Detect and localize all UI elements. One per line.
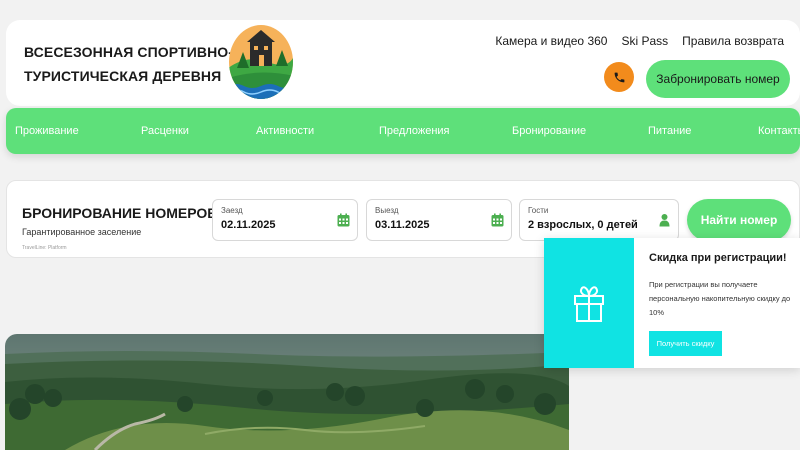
guests-field[interactable]: Гости 2 взрослых, 0 детей <box>519 199 679 241</box>
booking-subtitle: Гарантированное заселение <box>22 227 142 237</box>
brand-name: ВСЕСЕЗОННАЯ СПОРТИВНО- ТУРИСТИЧЕСКАЯ ДЕР… <box>24 44 234 84</box>
booking-title: БРОНИРОВАНИЕ НОМЕРОВ <box>22 205 218 221</box>
get-discount-button[interactable]: Получить скидку <box>649 331 722 356</box>
nav-item-food[interactable]: Питание <box>648 125 691 137</box>
phone-icon <box>614 72 624 82</box>
nav-item-prices[interactable]: Расценки <box>141 125 189 137</box>
checkout-field[interactable]: Выезд 03.11.2025 <box>366 199 512 241</box>
hero-landscape-image <box>5 334 569 450</box>
link-ski-pass[interactable]: Ski Pass <box>617 34 672 48</box>
guests-label: Гости <box>528 206 549 215</box>
nav-item-activities[interactable]: Активности <box>256 125 314 137</box>
main-nav: Проживание Расценки Активности Предложен… <box>6 108 800 154</box>
link-refund-rules[interactable]: Правила возврата <box>678 34 788 48</box>
checkout-label: Выезд <box>375 206 399 215</box>
promo-title: Скидка при регистрации! <box>649 252 787 264</box>
nav-item-booking[interactable]: Бронирование <box>512 125 586 137</box>
link-camera-360[interactable]: Камера и видео 360 <box>491 34 611 48</box>
phone-button[interactable] <box>604 62 634 92</box>
booking-provider: TravelLine: Platform <box>22 245 67 251</box>
promo-icon-panel <box>544 238 634 368</box>
guests-value: 2 взрослых, 0 детей <box>528 219 638 231</box>
checkin-label: Заезд <box>221 206 243 215</box>
person-icon <box>659 214 670 227</box>
village-logo[interactable] <box>228 24 294 100</box>
find-room-button[interactable]: Найти номер <box>687 199 791 241</box>
checkin-field[interactable]: Заезд 02.11.2025 <box>212 199 358 241</box>
top-links: Камера и видео 360 Ski Pass Правила возв… <box>491 34 788 48</box>
calendar-icon <box>491 213 504 227</box>
checkin-value: 02.11.2025 <box>221 219 276 231</box>
nav-item-offers[interactable]: Предложения <box>379 125 450 137</box>
promo-popup: Скидка при регистрации! При регистрации … <box>544 238 800 368</box>
site-header: ВСЕСЕЗОННАЯ СПОРТИВНО- ТУРИСТИЧЕСКАЯ ДЕР… <box>6 20 800 106</box>
nav-item-contacts[interactable]: Контакты <box>758 125 800 137</box>
nav-item-accommodation[interactable]: Проживание <box>15 125 79 137</box>
promo-text: При регистрации вы получаете персональну… <box>649 280 791 317</box>
checkout-value: 03.11.2025 <box>375 219 430 231</box>
calendar-icon <box>337 213 350 227</box>
gift-icon <box>574 286 604 322</box>
book-room-button[interactable]: Забронировать номер <box>646 60 790 98</box>
